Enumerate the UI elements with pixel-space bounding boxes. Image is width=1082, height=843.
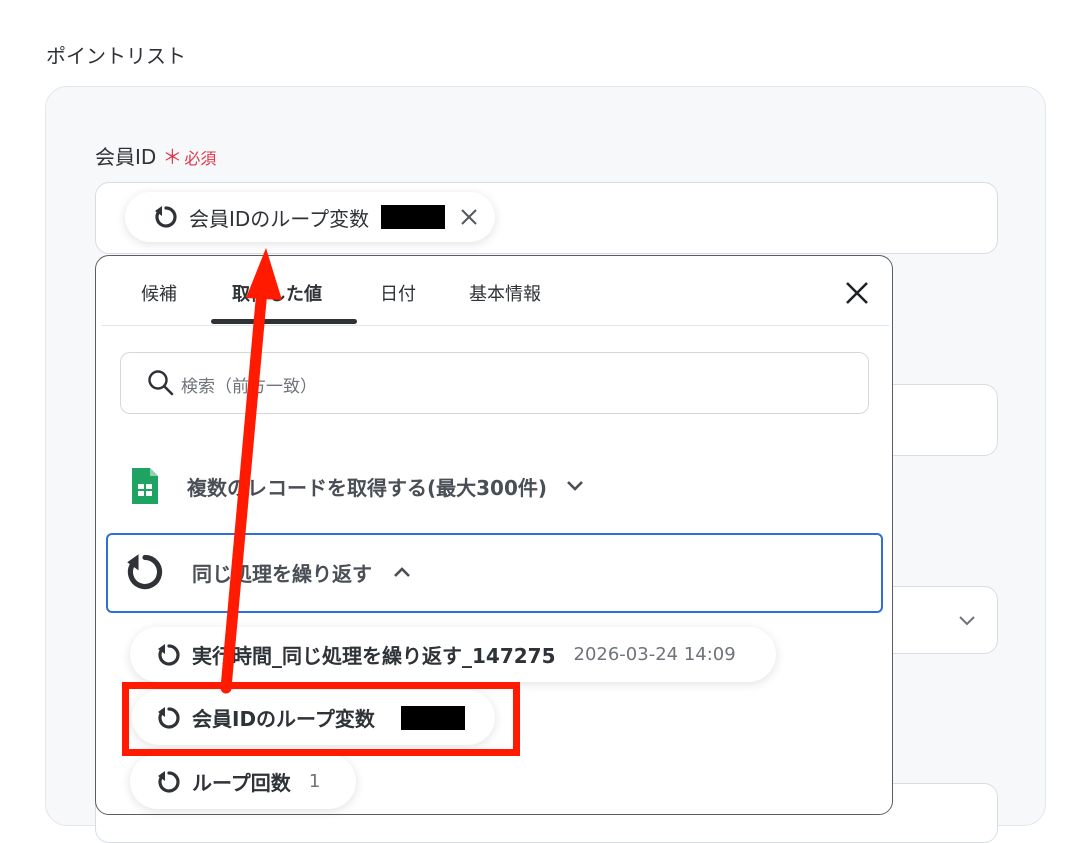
member-id-label-text: 会員ID — [95, 145, 157, 169]
close-icon[interactable] — [459, 207, 479, 227]
chevron-down-icon — [959, 616, 975, 626]
required-star: ＊ — [162, 145, 183, 169]
required-text: 必須 — [184, 149, 217, 168]
chip-label: 会員IDのループ変数 — [189, 206, 370, 231]
member-id-label: 会員ID ＊必須 — [95, 141, 216, 170]
group-get-records[interactable]: 複数のレコードを取得する(最大300件) — [130, 466, 585, 506]
loop-icon — [155, 206, 177, 228]
list-item[interactable]: ループ回数 1 — [130, 754, 357, 809]
group-label: 同じ処理を繰り返す — [192, 561, 372, 586]
list-item[interactable]: 実行時間_同じ処理を繰り返す_147275 2026-03-24 14:09 — [130, 627, 776, 682]
chevron-down-icon — [567, 481, 583, 491]
loop-icon — [158, 643, 180, 666]
loop-icon — [158, 770, 180, 793]
tab-date[interactable]: 日付 — [380, 280, 416, 306]
loop-icon — [127, 554, 163, 590]
close-icon[interactable] — [844, 280, 870, 306]
tab-retrieved-values[interactable]: 取得した値 — [232, 280, 322, 306]
item-value: 1 — [308, 771, 321, 792]
item-label: ループ回数 — [192, 771, 291, 795]
section-title: ポイントリスト — [46, 44, 186, 68]
tab-candidates[interactable]: 候補 — [141, 280, 177, 306]
required-badge: ＊必須 — [162, 145, 217, 169]
tab-bar: 候補 取得した値 日付 基本情報 — [101, 256, 889, 326]
item-value: 2026-03-24 14:09 — [573, 644, 736, 665]
tab-basic-info[interactable]: 基本情報 — [469, 280, 541, 306]
group-label: 複数のレコードを取得する(最大300件) — [187, 475, 548, 500]
search-input[interactable]: 検索（前方一致） — [120, 352, 869, 414]
item-label: 実行時間_同じ処理を繰り返す_147275 — [192, 644, 556, 668]
chevron-up-icon — [394, 567, 410, 577]
annotation-highlight-box — [122, 682, 520, 756]
active-tab-indicator — [211, 319, 357, 324]
redacted-block — [381, 205, 446, 229]
search-icon — [148, 370, 174, 396]
selected-variable-chip[interactable]: 会員IDのループ変数 — [125, 192, 496, 242]
search-placeholder: 検索（前方一致） — [181, 377, 317, 397]
group-repeat-process-row: 同じ処理を繰り返す — [124, 551, 412, 593]
spreadsheet-icon — [132, 468, 158, 504]
